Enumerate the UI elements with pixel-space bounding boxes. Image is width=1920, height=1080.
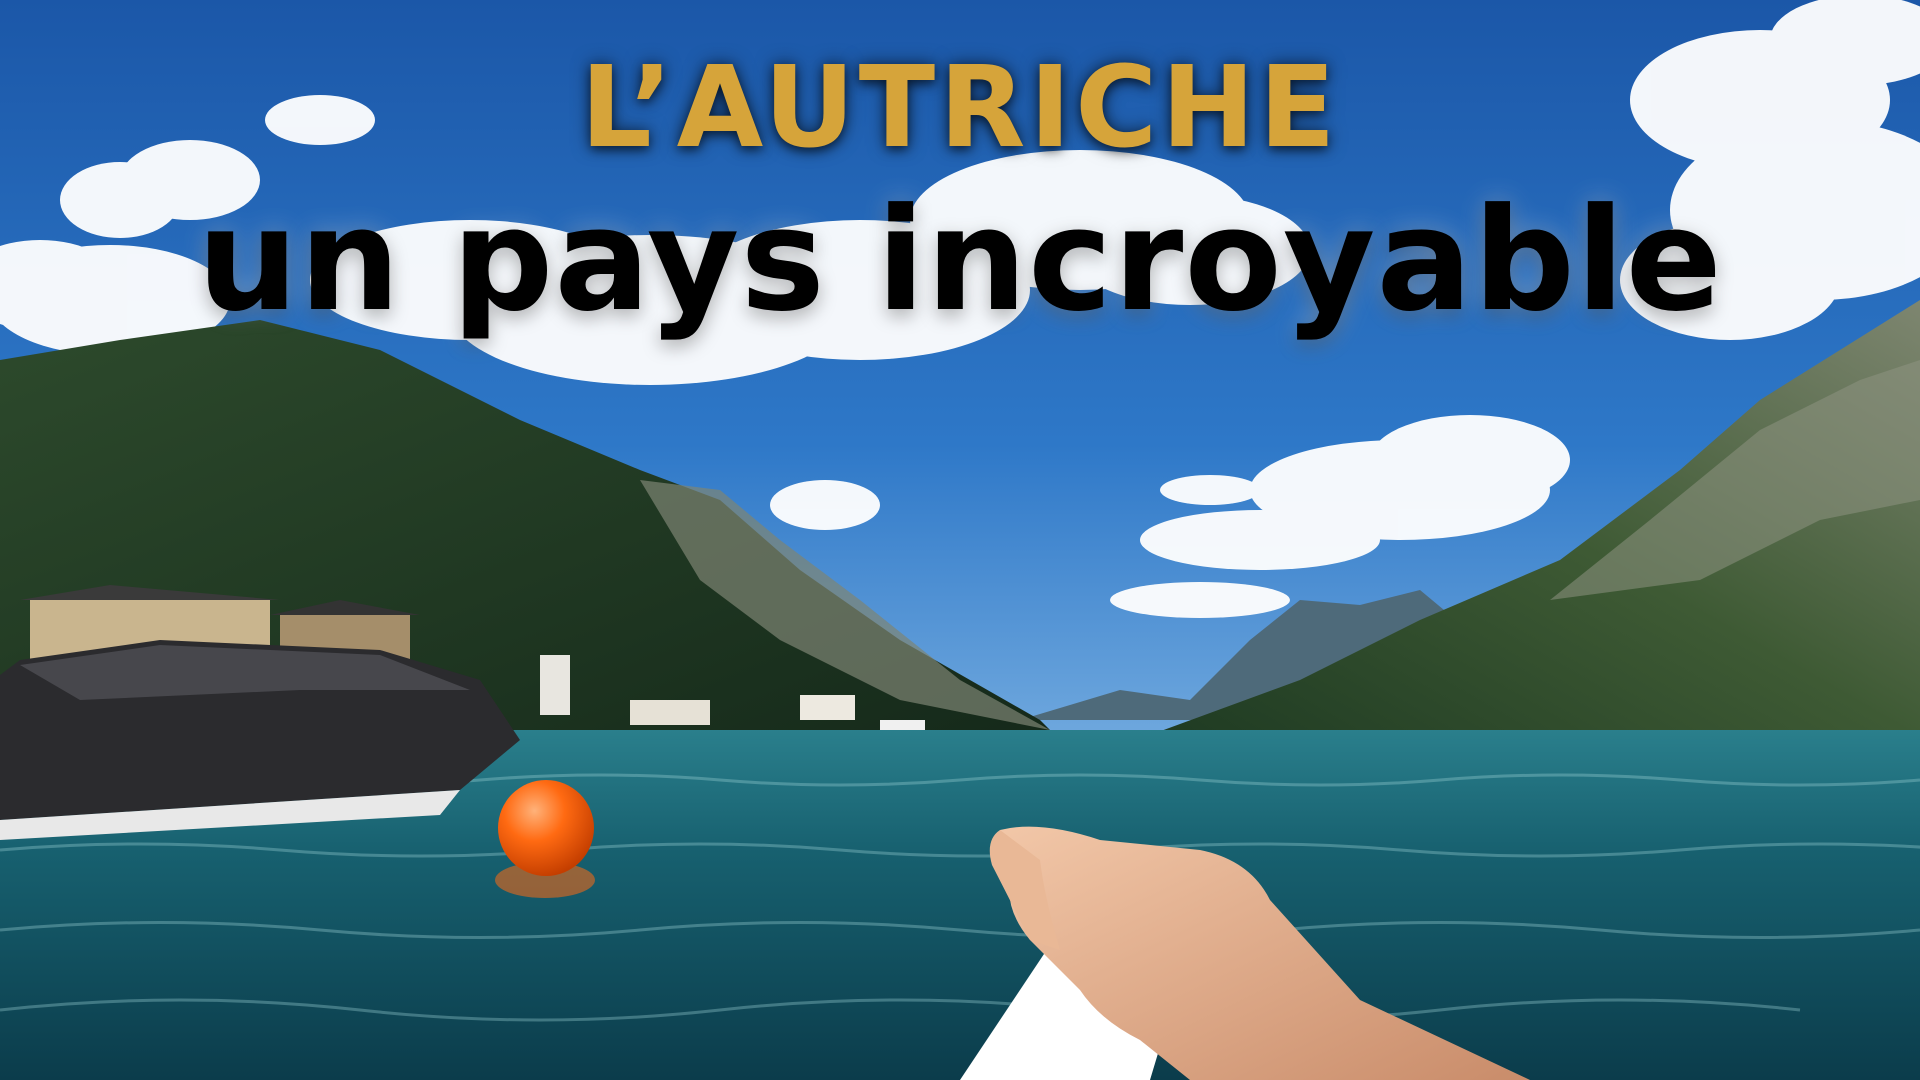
title-country: L’AUTRICHE — [580, 43, 1340, 173]
title-subtitle: un pays incroyable — [197, 178, 1723, 343]
thumbnail-title: L’AUTRICHE un pays incroyable — [0, 0, 1920, 340]
